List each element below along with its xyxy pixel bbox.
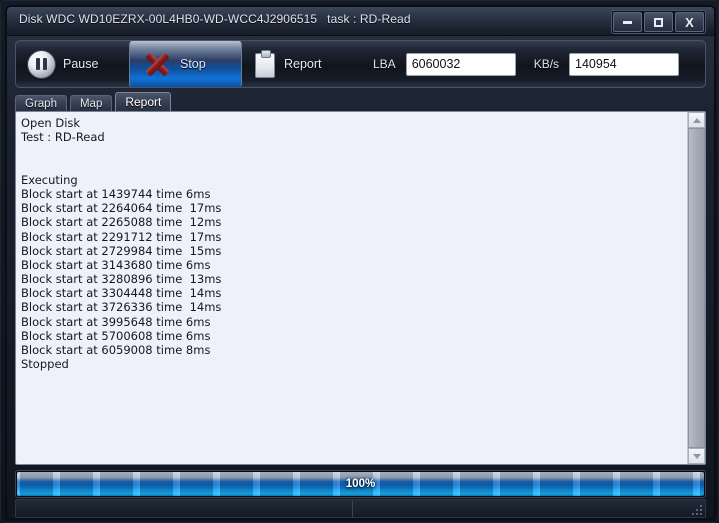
report-log-line: Block start at 5700608 time 6ms [21, 328, 211, 343]
tab-map[interactable]: Map [69, 95, 113, 112]
lba-field-group: LBA [373, 41, 516, 87]
report-log-line: Block start at 3304448 time 14ms [21, 286, 222, 301]
pause-button[interactable]: Pause [16, 41, 129, 87]
maximize-icon [654, 17, 663, 27]
maximize-button[interactable] [644, 12, 673, 32]
close-button[interactable]: X [675, 12, 704, 32]
kbs-field-group: KB/s [533, 41, 680, 87]
report-log-line: Block start at 2265088 time 12ms [21, 215, 222, 230]
window-inner-frame: Disk WDC WD10EZRX-00L4HB0-WD-WCC4J290651… [5, 5, 716, 520]
tab-report[interactable]: Report [115, 92, 172, 112]
report-log-text[interactable]: Open Disk Test : RD-Read Executing Block s… [16, 112, 687, 464]
tab-report-label: Report [125, 95, 162, 109]
report-log-line: Stopped [21, 357, 69, 372]
tab-graph[interactable]: Graph [15, 95, 67, 112]
report-log-line: Block start at 1439744 time 6ms [21, 186, 211, 201]
report-log-line: Executing [21, 172, 78, 187]
report-log-line: Test : RD-Read [21, 130, 105, 145]
tab-graph-label: Graph [25, 98, 57, 110]
scrollbar-thumb[interactable] [688, 128, 705, 448]
window-controls: X [611, 10, 706, 34]
status-bar-separator [352, 501, 353, 518]
report-button[interactable]: Report [242, 41, 355, 87]
lba-label: LBA [373, 57, 396, 71]
report-log-line [21, 159, 687, 173]
minimize-button[interactable] [613, 12, 642, 32]
report-log-line: Block start at 3995648 time 6ms [21, 314, 211, 329]
stop-button[interactable]: Stop [129, 41, 242, 87]
window-title-task: task : RD-Read [327, 12, 411, 26]
report-log-line: Block start at 6059008 time 8ms [21, 343, 211, 357]
lba-input[interactable] [405, 52, 516, 76]
scroll-down-arrow-icon[interactable] [688, 448, 705, 464]
report-log-line: Block start at 2291712 time 17ms [21, 229, 222, 244]
report-log-line: Block start at 3143680 time 6ms [21, 257, 211, 272]
report-log-line: Block start at 3280896 time 13ms [21, 272, 222, 287]
window-title: Disk WDC WD10EZRX-00L4HB0-WD-WCC4J290651… [19, 12, 411, 26]
report-log-line: Block start at 2264064 time 17ms [21, 201, 222, 216]
report-panel: Open Disk Test : RD-Read Executing Block s… [15, 111, 706, 465]
resize-grip-icon[interactable] [692, 505, 702, 515]
report-scrollbar[interactable] [687, 112, 705, 464]
pause-icon [28, 50, 55, 78]
report-log-line: Open Disk [21, 116, 81, 130]
minimize-icon [623, 20, 632, 24]
kbs-input[interactable] [569, 52, 680, 76]
pause-button-label: Pause [63, 57, 99, 71]
report-button-label: Report [284, 57, 322, 71]
stop-icon [142, 50, 172, 78]
tab-bar: Graph Map Report [15, 92, 172, 112]
progress-percent-label: 100% [345, 478, 376, 490]
report-log-line: Block start at 2729984 time 15ms [21, 243, 222, 258]
window-title-disk: Disk WDC WD10EZRX-00L4HB0-WD-WCC4J290651… [19, 12, 318, 26]
report-log-line [21, 144, 687, 158]
app-window: Disk WDC WD10EZRX-00L4HB0-WD-WCC4J290651… [0, 0, 719, 523]
stop-button-label: Stop [180, 57, 206, 71]
title-bar[interactable]: Disk WDC WD10EZRX-00L4HB0-WD-WCC4J290651… [7, 7, 714, 36]
status-bar [15, 499, 706, 518]
toolbar: Pause Stop Report LBA KB/s [15, 40, 706, 88]
report-log-line: Block start at 3726336 time 14ms [21, 300, 222, 315]
close-icon: X [685, 14, 694, 30]
scroll-up-arrow-icon[interactable] [688, 112, 705, 128]
kbs-label: KB/s [533, 57, 560, 71]
clipboard-icon [254, 50, 276, 78]
tab-map-label: Map [79, 98, 103, 110]
progress-bar-container: 100% [15, 470, 706, 498]
